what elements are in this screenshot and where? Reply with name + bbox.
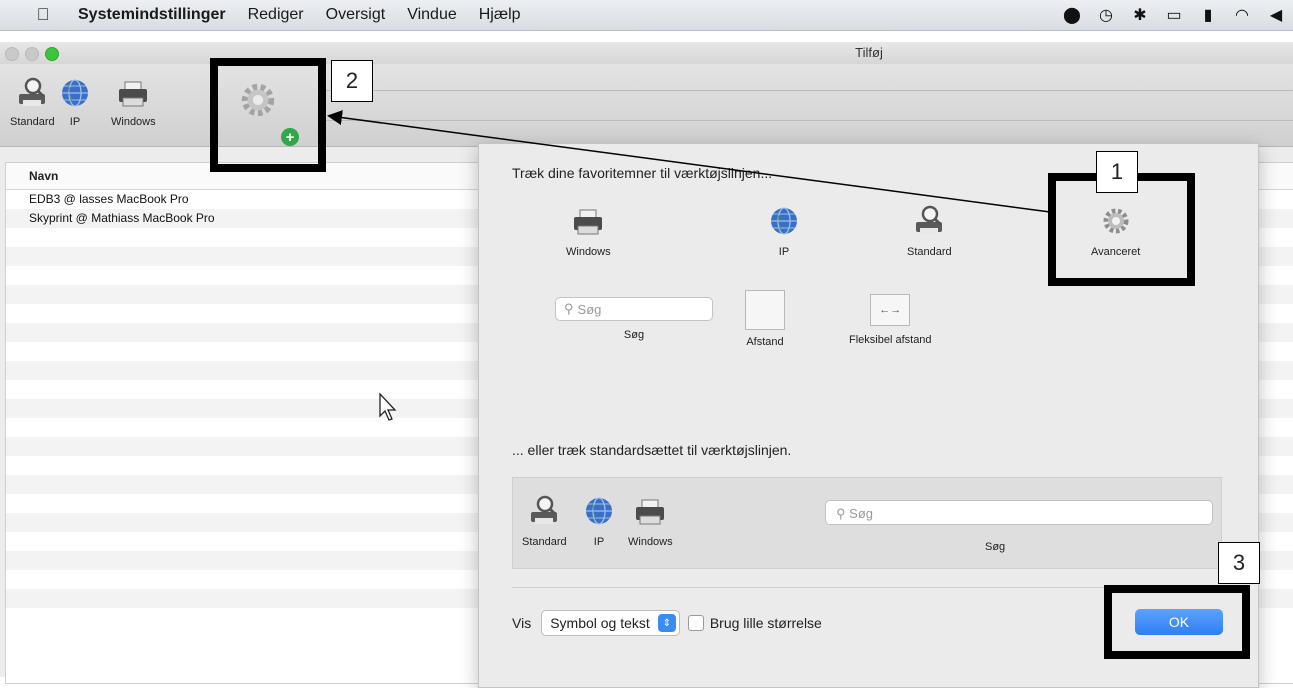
default-windows-label: Windows xyxy=(628,536,673,548)
windows-printer-icon xyxy=(118,81,148,107)
default-set[interactable]: Standard IP Windows ⚲ Søg Søg xyxy=(512,477,1222,569)
toolbar: Standard IP Windows + xyxy=(0,64,1293,147)
default-search-preview: ⚲ Søg xyxy=(825,500,1213,525)
default-standard-label: Standard xyxy=(522,536,567,548)
annotation-label-1: 1 xyxy=(1096,151,1138,193)
globe-icon xyxy=(585,497,613,525)
chevron-updown-icon: ⇕ xyxy=(657,614,676,632)
toolbar-ip[interactable]: IP xyxy=(58,76,92,128)
annotation-label-2: 2 xyxy=(331,60,373,102)
menu-bar:  Systemindstillinger Rediger Oversigt V… xyxy=(0,0,1293,31)
palette-search-label: Søg xyxy=(623,329,645,341)
toolbar-windows[interactable]: Windows xyxy=(111,76,156,128)
palette-windows-label: Windows xyxy=(566,246,611,258)
airplay-icon[interactable]: ▭ xyxy=(1157,0,1191,30)
search-field-preview: ⚲ Søg xyxy=(555,297,713,321)
space-preview xyxy=(745,290,785,330)
mouse-pointer-icon xyxy=(379,392,397,421)
drag-favorites-hint: Træk dine favoritemner til værktøjslinje… xyxy=(512,165,773,181)
show-mode-select[interactable]: Symbol og tekst ⇕ xyxy=(541,610,680,636)
windows-printer-icon xyxy=(573,209,603,235)
annotation-box-2 xyxy=(210,58,326,172)
display-options: Vis Symbol og tekst ⇕ Brug lille størrel… xyxy=(512,610,822,636)
wifi-icon[interactable]: ◠ xyxy=(1225,0,1259,30)
palette-space-label: Afstand xyxy=(746,336,784,348)
time-machine-icon[interactable]: ◷ xyxy=(1089,0,1123,30)
flexible-space-preview: ←→ xyxy=(870,294,911,326)
palette-standard-label: Standard xyxy=(907,246,952,258)
menu-app-name[interactable]: Systemindstillinger xyxy=(78,6,226,24)
palette-item-space[interactable]: Afstand xyxy=(745,290,785,348)
palette-ip-label: IP xyxy=(778,246,790,258)
annotation-box-3 xyxy=(1104,585,1250,659)
palette-item-ip[interactable]: IP xyxy=(767,204,801,258)
default-item-ip: IP xyxy=(582,494,616,548)
title-bar: Tilføj xyxy=(0,42,1293,64)
default-item-standard: Standard xyxy=(522,494,567,548)
toolbar-standard[interactable]: Standard xyxy=(10,76,55,128)
printer-magnifier-icon xyxy=(529,495,559,526)
globe-icon xyxy=(61,79,89,107)
toolbar-standard-label: Standard xyxy=(10,116,55,128)
palette-item-flexible-space[interactable]: ←→ Fleksibel afstand xyxy=(849,294,932,346)
palette-flexible-space-label: Fleksibel afstand xyxy=(849,334,932,346)
search-placeholder: Søg xyxy=(577,301,602,317)
menu-edit[interactable]: Rediger xyxy=(248,6,304,24)
globe-icon xyxy=(770,207,798,235)
printer-magnifier-icon xyxy=(17,77,47,108)
small-size-label: Brug lille størrelse xyxy=(709,615,822,631)
show-label: Vis xyxy=(512,615,532,631)
printer-magnifier-icon xyxy=(914,205,944,236)
default-search-label: Søg xyxy=(985,541,1006,553)
window-title: Tilføj xyxy=(855,45,883,60)
menu-view[interactable]: Oversigt xyxy=(326,6,386,24)
palette-item-search[interactable]: ⚲ Søg Søg xyxy=(555,297,713,341)
drag-default-hint: ... eller træk standardsættet til værktø… xyxy=(512,442,792,458)
annotation-label-3: 3 xyxy=(1218,542,1260,584)
small-size-checkbox[interactable] xyxy=(687,615,704,631)
default-item-windows: Windows xyxy=(628,494,673,548)
toolbar-windows-label: Windows xyxy=(111,116,156,128)
palette-item-standard[interactable]: Standard xyxy=(907,204,952,258)
show-mode-value: Symbol og tekst xyxy=(550,615,650,631)
menu-window[interactable]: Vindue xyxy=(407,6,457,24)
search-icon: ⚲ xyxy=(564,301,574,316)
default-search-placeholder: Søg xyxy=(849,506,873,521)
windows-printer-icon xyxy=(635,499,665,525)
status-area: ⬤ ◷ ✱ ▭ ▮ ◠ ◀ xyxy=(1055,0,1293,30)
bluetooth-icon[interactable]: ✱ xyxy=(1123,0,1157,30)
apple-logo-icon[interactable]:  xyxy=(30,5,56,25)
volume-icon[interactable]: ◀ xyxy=(1259,0,1293,30)
toolbar-ip-label: IP xyxy=(69,116,81,128)
default-ip-label: IP xyxy=(593,536,605,548)
record-icon[interactable]: ⬤ xyxy=(1055,0,1089,30)
palette-item-windows[interactable]: Windows xyxy=(566,204,611,258)
search-icon: ⚲ xyxy=(836,506,846,521)
battery-icon[interactable]: ▮ xyxy=(1191,0,1225,30)
menu-help[interactable]: Hjælp xyxy=(479,6,521,24)
